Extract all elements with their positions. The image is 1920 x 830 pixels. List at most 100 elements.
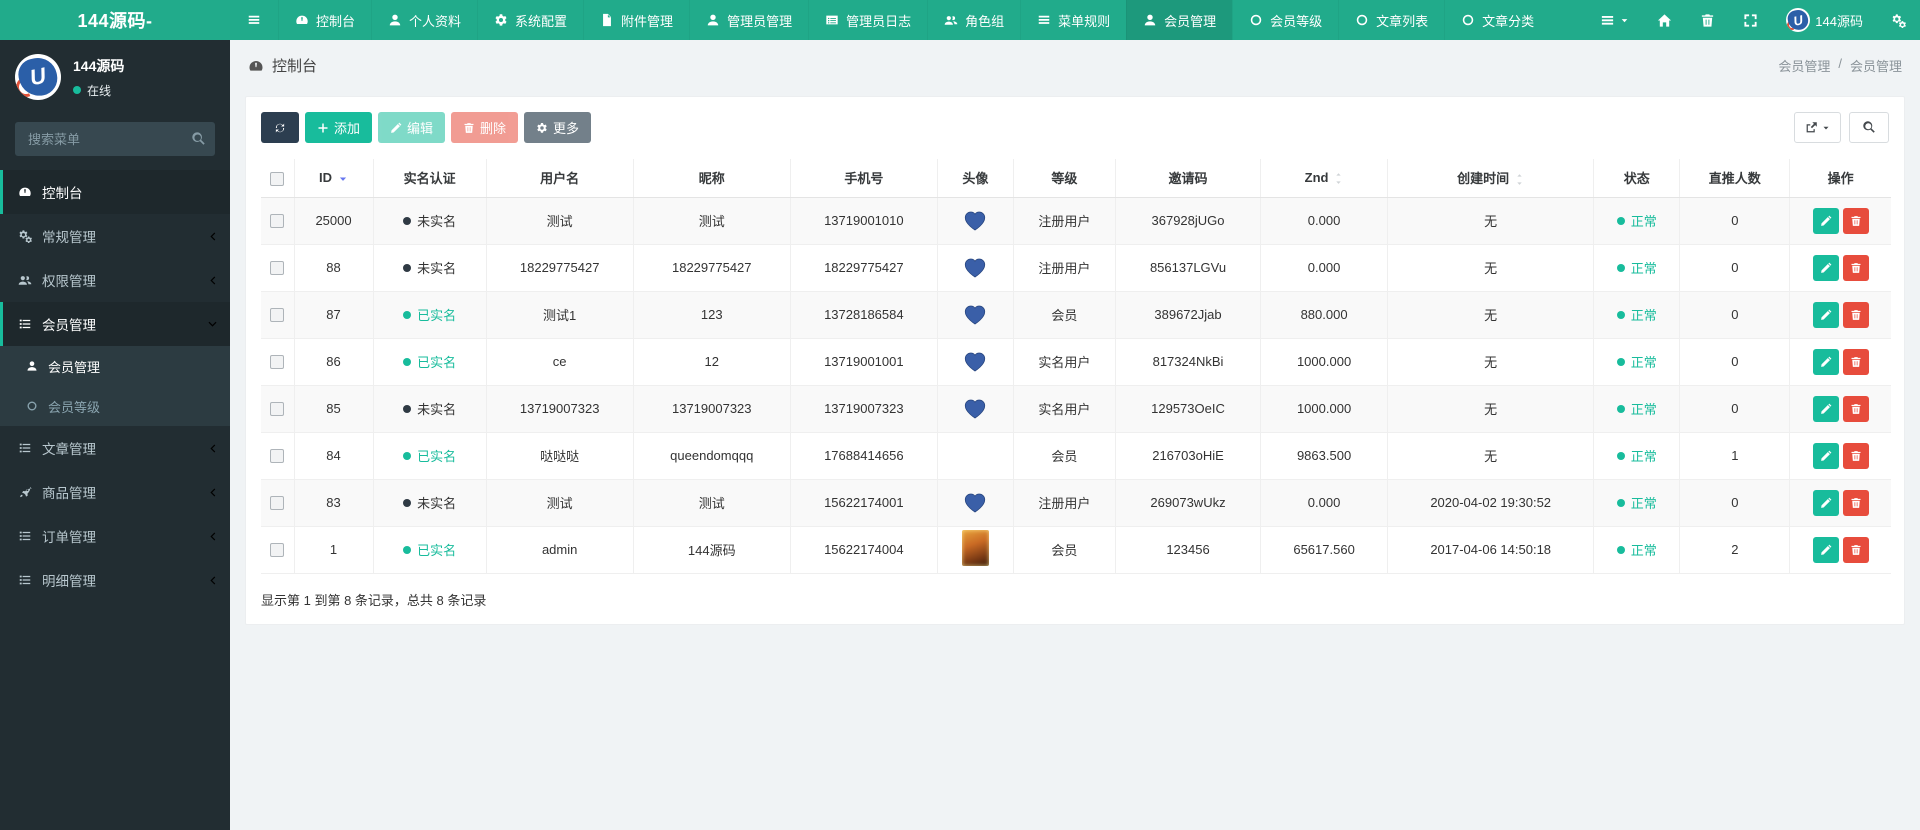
column-header-direct[interactable]: 直推人数 [1679,159,1791,198]
user-menu[interactable]: U 144源码 [1772,0,1877,40]
nav-link[interactable]: 附件管理 [583,0,689,40]
sidebar-link[interactable]: 会员管理 [0,302,230,346]
row-edit-button[interactable] [1812,301,1839,328]
column-search-button[interactable] [1849,112,1889,143]
edit-button[interactable]: 编辑 [378,112,446,143]
sidebar-link[interactable]: 控制台 [0,170,230,214]
row-delete-button[interactable] [1842,395,1869,422]
sidebar-sublink[interactable]: 会员管理 [0,346,230,386]
row-delete-button[interactable] [1842,301,1869,328]
row-edit-button[interactable] [1812,254,1839,281]
nav-link[interactable]: 控制台 [278,0,371,40]
table-row[interactable]: 25000 未实名 测试 测试 13719001010 注册用户 367928jUGo 0.0… [261,197,1891,245]
sidebar-link[interactable]: 商品管理 [0,470,230,514]
column-header-mobile[interactable]: 手机号 [789,159,938,198]
sidebar-sublink[interactable]: 会员等级 [0,386,230,426]
column-header-realname[interactable]: 实名认证 [372,159,487,198]
table-row[interactable]: 83 未实名 测试 测试 15622174001 注册用户 269073wUkz 0.000 2… [261,479,1891,527]
sort-both-icon[interactable] [1334,171,1343,186]
breadcrumb-link[interactable]: 会员管理 [1778,56,1830,75]
table-row[interactable]: 86 已实名 ce 12 13719001001 实名用户 817324NkBi 1000.0… [261,338,1891,386]
row-checkbox[interactable] [270,496,285,511]
sidebar-link[interactable]: 文章管理 [0,426,230,470]
nav-item-控制台: 控制台 [278,0,371,40]
column-header-status[interactable]: 状态 [1593,159,1681,198]
clear-cache-button[interactable] [1686,0,1729,40]
sidebar-link[interactable]: 常规管理 [0,214,230,258]
column-header-created[interactable]: 创建时间 [1387,159,1595,198]
sidebar-link[interactable]: 订单管理 [0,514,230,558]
nav-link[interactable]: 文章分类 [1444,0,1550,40]
nav-link[interactable]: 会员等级 [1232,0,1338,40]
column-header-nickname[interactable]: 昵称 [632,159,791,198]
refresh-icon [274,122,286,134]
row-select-cell [261,385,295,433]
navbar-right: U 144源码 [1586,0,1920,40]
column-header-level[interactable]: 等级 [1012,159,1116,198]
row-edit-button[interactable] [1812,207,1839,234]
sidebar-link[interactable]: 明细管理 [0,558,230,602]
nav-link[interactable]: 管理员管理 [689,0,808,40]
table-row[interactable]: 84 已实名 哒哒哒 queendomqqq 17688414656 会员 216703oH… [261,432,1891,480]
sidebar-toggle-button[interactable] [230,0,278,40]
table-row[interactable]: 1 已实名 admin 144源码 15622174004 会员 123456 65617.5… [261,526,1891,574]
realname-badge: 已实名 [403,305,456,324]
delete-button[interactable]: 删除 [451,112,519,143]
refresh-button[interactable] [261,112,299,143]
menu-search-input[interactable] [15,122,215,156]
actions-cell [1789,244,1891,292]
table-row[interactable]: 87 已实名 测试1 123 13728186584 会员 389672Jjab 880.00… [261,291,1891,339]
row-delete-button[interactable] [1842,348,1869,375]
home-button[interactable] [1643,0,1686,40]
row-checkbox[interactable] [270,261,285,276]
fullscreen-button[interactable] [1729,0,1772,40]
cell-direct: 0 [1679,479,1791,527]
nav-link[interactable]: 系统配置 [477,0,583,40]
row-checkbox[interactable] [270,355,285,370]
sidebar-user-panel: U 144源码 在线 [0,40,230,112]
row-edit-button[interactable] [1812,489,1839,516]
row-checkbox[interactable] [270,214,285,229]
row-delete-button[interactable] [1842,536,1869,563]
column-header-znd[interactable]: Znd [1260,159,1389,198]
nav-link[interactable]: 会员管理 [1126,0,1233,40]
row-edit-button[interactable] [1812,348,1839,375]
nav-link[interactable]: 个人资料 [371,0,477,40]
more-button[interactable]: 更多 [524,112,592,143]
nav-link[interactable]: 角色组 [927,0,1020,40]
row-edit-button[interactable] [1812,536,1839,563]
column-header-username[interactable]: 用户名 [485,159,634,198]
cell-created: 2017-04-06 14:50:18 [1387,526,1595,574]
row-delete-button[interactable] [1842,254,1869,281]
table-row[interactable]: 85 未实名 13719007323 13719007323 13719007323 实名… [261,385,1891,433]
add-button[interactable]: 添加 [305,112,373,143]
row-checkbox[interactable] [270,308,285,323]
row-checkbox[interactable] [270,449,285,464]
sort-desc-icon[interactable] [338,174,348,184]
row-edit-button[interactable] [1812,442,1839,469]
row-checkbox[interactable] [270,402,285,417]
cell-invite: 269073wUkz [1114,479,1262,527]
tabs-dropdown-button[interactable] [1586,0,1643,40]
row-edit-button[interactable] [1812,395,1839,422]
select-all-checkbox[interactable] [270,171,285,186]
row-delete-button[interactable] [1842,207,1869,234]
breadcrumb-current[interactable]: 会员管理 [1850,56,1902,75]
nav-link[interactable]: 管理员日志 [808,0,927,40]
members-table: ID 实名认证 用户名 昵称 手机号 头像 等级 邀请码 Znd 创建时间 状态 直推人数 操作 250… [261,159,1891,574]
nav-link[interactable]: 文章列表 [1338,0,1444,40]
column-header-invite[interactable]: 邀请码 [1114,159,1262,198]
sidebar-link[interactable]: 权限管理 [0,258,230,302]
export-button[interactable] [1794,112,1841,143]
row-checkbox[interactable] [270,543,285,558]
settings-button[interactable] [1877,0,1920,40]
row-delete-button[interactable] [1842,442,1869,469]
column-header-id[interactable]: ID [293,159,374,198]
column-header-actions[interactable]: 操作 [1789,159,1891,198]
sort-both-icon[interactable] [1515,172,1524,187]
column-header-avatar[interactable]: 头像 [936,159,1014,198]
table-row[interactable]: 88 未实名 18229775427 18229775427 18229775427 注册… [261,244,1891,292]
realname-badge: 已实名 [403,540,456,559]
row-delete-button[interactable] [1842,489,1869,516]
nav-link[interactable]: 菜单规则 [1020,0,1126,40]
